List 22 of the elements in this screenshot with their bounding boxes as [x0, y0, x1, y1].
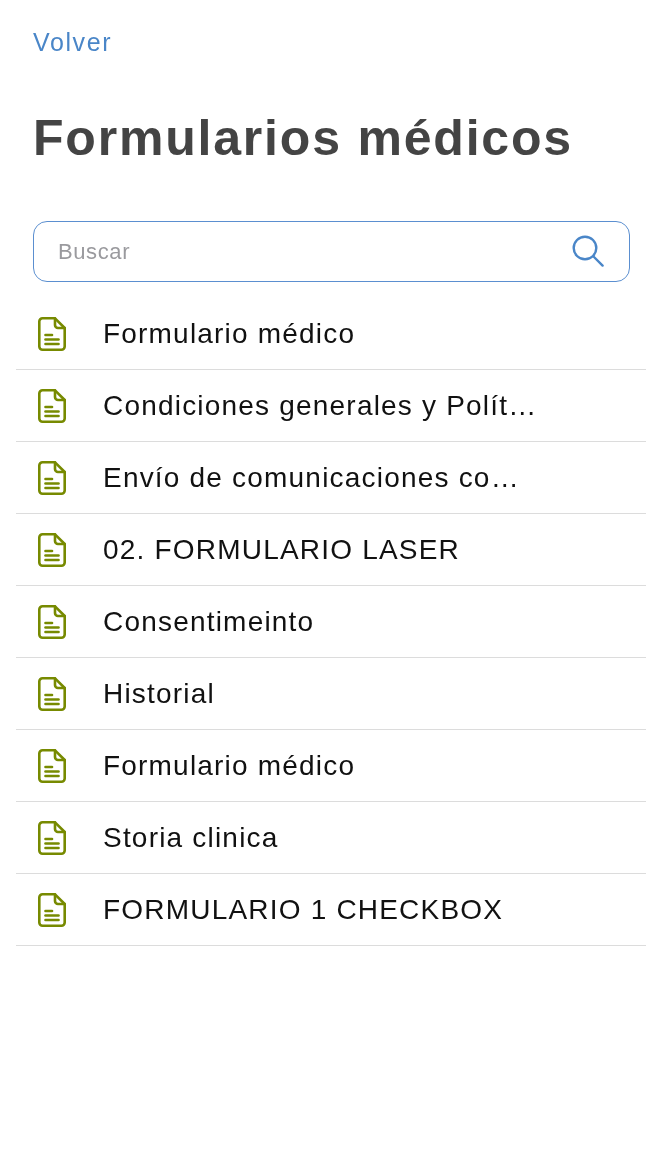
search-field[interactable]: Buscar	[33, 221, 630, 282]
form-list-item[interactable]: Consentimeinto	[16, 586, 646, 658]
document-icon	[38, 676, 66, 711]
back-link[interactable]: Volver	[33, 27, 113, 57]
form-list-item[interactable]: Condiciones generales y Polít…	[16, 370, 646, 442]
form-list-item[interactable]: 02. FORMULARIO LASER	[16, 514, 646, 586]
document-icon	[38, 388, 66, 423]
page-title: Formularios médicos	[33, 109, 574, 168]
form-list-item[interactable]: Formulario médico	[16, 730, 646, 802]
document-icon	[38, 316, 66, 351]
document-icon	[38, 748, 66, 783]
search-icon[interactable]	[572, 235, 604, 267]
form-list-item[interactable]: Formulario médico	[16, 298, 646, 370]
document-icon	[38, 460, 66, 495]
document-icon	[38, 820, 66, 855]
form-list-item[interactable]: FORMULARIO 1 CHECKBOX	[16, 874, 646, 946]
document-icon	[38, 892, 66, 927]
form-list-item[interactable]: Envío de comunicaciones co…	[16, 442, 646, 514]
form-list-item[interactable]: Historial	[16, 658, 646, 730]
form-list-item[interactable]: Storia clinica	[16, 802, 646, 874]
document-icon	[38, 604, 66, 639]
document-icon	[38, 532, 66, 567]
